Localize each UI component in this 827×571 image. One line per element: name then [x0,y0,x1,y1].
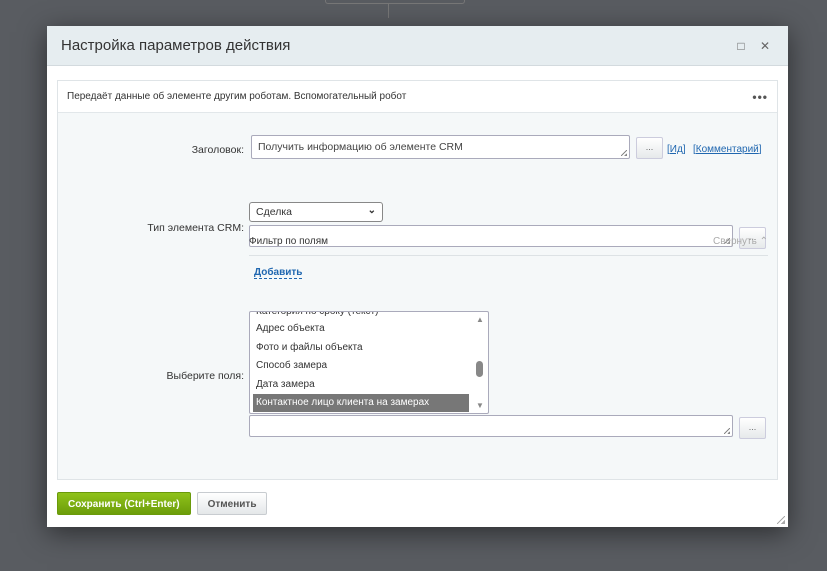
list-option[interactable]: Дата замера [253,376,469,394]
title-input[interactable]: Получить информацию об элементе CRM [251,135,630,159]
dialog-header: Настройка параметров действия □ ✕ [47,26,788,66]
fields-dots-button[interactable]: ... [739,417,766,439]
filter-title: Фильтр по полям [249,236,329,247]
crm-type-select[interactable]: Сделка ⌄ [249,202,383,222]
chevron-down-icon: ⌄ [367,205,376,216]
list-option[interactable]: Способ замера [253,357,469,375]
collapse-label: Свернуть [712,236,757,247]
background-connector [388,4,389,18]
id-link[interactable]: [Ид] [667,144,686,155]
chevron-up-icon: ⌃ [759,236,768,247]
maximize-icon[interactable]: □ [732,39,750,53]
save-button[interactable]: Сохранить (Ctrl+Enter) [57,492,191,515]
scroll-thumb[interactable] [476,361,483,377]
comment-link-text[interactable]: Комментарий [696,144,759,155]
id-link-text[interactable]: Ид [670,144,683,155]
description-text: Передаёт данные об элементе другим робот… [67,91,407,102]
resize-handle[interactable] [777,516,785,524]
list-option-selected[interactable]: Контактное лицо клиента на замерах [253,394,469,412]
title-label: Заголовок: [191,144,244,156]
comment-link[interactable]: [Комментарий] [693,144,762,155]
dialog-footer: Сохранить (Ctrl+Enter) Отменить [57,492,268,515]
crm-type-label: Тип элемента CRM: [147,222,244,234]
action-settings-dialog: Настройка параметров действия □ ✕ Переда… [47,26,788,527]
select-fields-label: Выберите поля: [166,370,244,382]
crm-type-value: Сделка [256,206,292,218]
fields-listbox[interactable]: Категория по сроку (текст) Адрес объекта… [249,311,489,414]
collapse-button[interactable]: Свернуть ⌃ [713,236,768,255]
robot-description: Передаёт данные об элементе другим робот… [58,81,777,113]
fields-input[interactable] [249,415,733,437]
listbox-scrollbar[interactable]: ▲ ▼ [472,312,488,413]
dialog-title: Настройка параметров действия [61,37,291,54]
robot-panel: Передаёт данные об элементе другим робот… [57,80,778,480]
filter-section-header: Фильтр по полям Свернуть ⌃ [249,236,768,256]
background-node [325,0,465,4]
scroll-down-icon[interactable]: ▼ [476,401,484,410]
close-icon[interactable]: ✕ [756,39,774,53]
add-filter-button[interactable]: Добавить [254,267,303,279]
more-icon[interactable]: ••• [752,90,768,104]
title-dots-button[interactable]: ... [636,137,663,159]
scroll-up-icon[interactable]: ▲ [476,315,484,324]
list-option[interactable]: Адрес объекта [253,320,469,338]
list-option[interactable]: Фото и файлы объекта [253,339,469,357]
cancel-button[interactable]: Отменить [196,492,268,515]
